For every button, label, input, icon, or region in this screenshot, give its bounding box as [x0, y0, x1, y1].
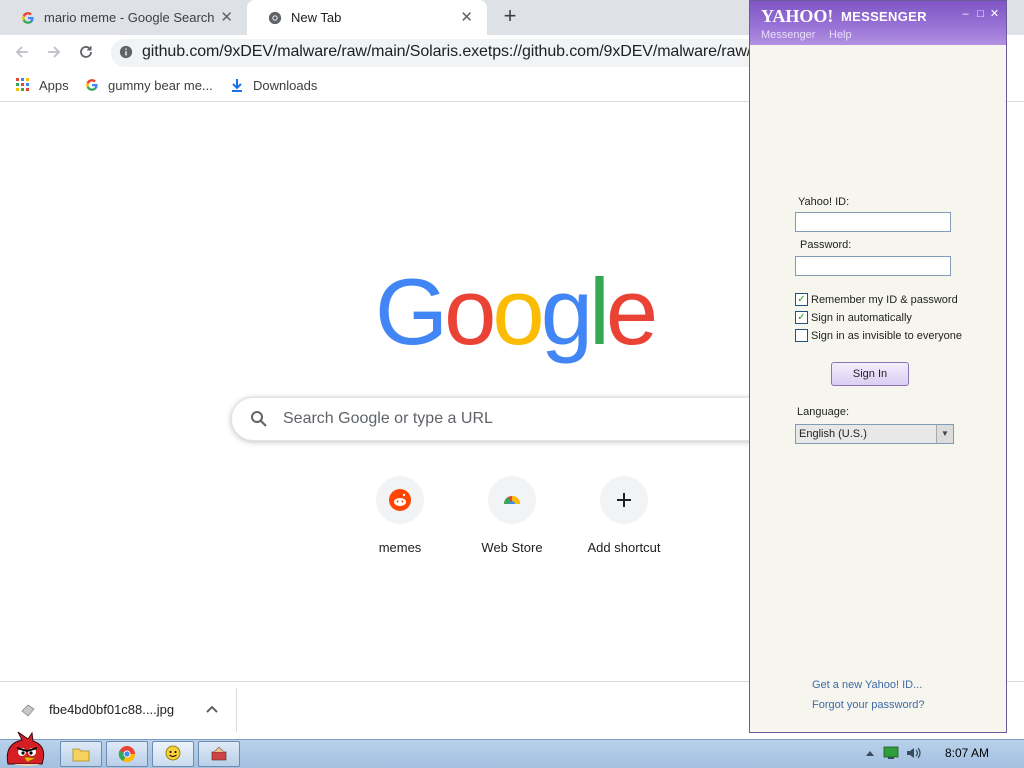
taskbar-app[interactable]	[198, 741, 240, 767]
checkmark-icon: ✓	[795, 293, 808, 306]
sign-in-button[interactable]: Sign In	[831, 362, 909, 386]
logo-letter: g	[540, 259, 593, 364]
bookmark-downloads[interactable]: Downloads	[229, 77, 317, 93]
new-tab-button[interactable]: +	[499, 5, 521, 28]
close-tab-icon[interactable]: ✕	[460, 10, 473, 25]
logo-letter: G	[375, 259, 448, 364]
tab-mario-meme[interactable]: mario meme - Google Search ✕	[0, 0, 247, 35]
messenger-smiley-icon	[165, 745, 181, 761]
clock[interactable]: 8:07 AM	[945, 746, 989, 760]
tab-new-tab[interactable]: New Tab ✕	[247, 0, 487, 35]
bookmark-gummy-bear[interactable]: gummy bear me...	[84, 77, 213, 93]
checkmark-icon: ✓	[795, 311, 808, 324]
menu-messenger[interactable]: Messenger	[761, 29, 815, 41]
chrome-icon	[118, 746, 136, 763]
language-select[interactable]: English (U.S.) ▼	[795, 424, 954, 444]
remember-checkbox[interactable]: ✓ Remember my ID & password	[795, 293, 958, 306]
google-logo: Google	[375, 259, 658, 364]
minimize-icon[interactable]: –	[960, 9, 971, 20]
shortcut-add[interactable]: Add shortcut	[568, 476, 680, 566]
shortcut-label: Add shortcut	[587, 540, 661, 555]
language-label: Language:	[797, 406, 849, 418]
tab-title: New Tab	[291, 10, 342, 25]
start-angry-bird-icon[interactable]	[2, 730, 50, 768]
logo-letter: l	[588, 259, 610, 364]
messenger-title: MESSENGER	[841, 9, 927, 24]
shortcut-web-store[interactable]: Web Store	[456, 476, 568, 566]
close-icon[interactable]: ✕	[989, 9, 1000, 20]
close-tab-icon[interactable]: ✕	[220, 10, 233, 25]
password-label: Password:	[800, 239, 852, 251]
app-icon	[211, 746, 227, 761]
chrome-favicon-icon	[267, 10, 283, 26]
new-id-link[interactable]: Get a new Yahoo! ID...	[812, 679, 922, 691]
menu-help[interactable]: Help	[829, 29, 852, 41]
taskbar-explorer[interactable]	[60, 741, 102, 767]
yahoo-logo: YAHOO!	[761, 6, 834, 26]
divider	[236, 688, 237, 732]
search-input[interactable]: Search Google or type a URL	[283, 410, 493, 428]
back-arrow-icon	[15, 46, 28, 58]
show-hidden-icons-icon[interactable]	[862, 745, 878, 761]
forward-arrow-icon	[48, 46, 61, 58]
yahoo-id-field[interactable]	[795, 212, 951, 232]
maximize-icon[interactable]: □	[975, 9, 986, 20]
bookmark-apps[interactable]: Apps	[15, 77, 69, 93]
reload-button[interactable]	[74, 40, 98, 64]
folder-icon	[72, 748, 90, 762]
bookmark-label: Downloads	[253, 77, 318, 93]
checkbox-label: Sign in automatically	[811, 311, 912, 324]
dropdown-arrow-icon[interactable]: ▼	[936, 425, 953, 443]
apps-grid-icon	[15, 77, 31, 93]
auto-signin-checkbox[interactable]: ✓ Sign in automatically	[795, 311, 912, 324]
password-field[interactable]	[795, 256, 951, 276]
info-icon[interactable]	[119, 45, 133, 64]
plus-icon	[600, 476, 648, 524]
reload-icon	[80, 46, 92, 58]
logo-letter: o	[492, 259, 544, 364]
logo-letter: o	[444, 259, 496, 364]
checkbox-label: Remember my ID & password	[811, 293, 958, 306]
language-value: English (U.S.)	[799, 428, 867, 440]
chevron-up-icon[interactable]	[205, 702, 219, 721]
web-store-icon	[488, 476, 536, 524]
back-button[interactable]	[10, 40, 34, 64]
file-icon	[20, 702, 36, 723]
network-icon[interactable]	[883, 745, 899, 761]
volume-icon[interactable]	[906, 745, 922, 761]
forward-button[interactable]	[42, 40, 66, 64]
bookmark-label: gummy bear me...	[108, 77, 213, 93]
desktop-screen: mario meme - Google Search ✕ New Tab ✕ +…	[0, 0, 1024, 768]
messenger-window: YAHOO! MESSENGER – □ ✕ Messenger Help Ya…	[749, 0, 1007, 733]
shortcut-label: Web Store	[481, 540, 543, 555]
reddit-icon	[376, 476, 424, 524]
invisible-checkbox[interactable]: Sign in as invisible to everyone	[795, 329, 962, 342]
empty-checkbox-icon	[795, 329, 808, 342]
taskbar-messenger[interactable]	[152, 741, 194, 767]
download-item[interactable]: fbe4bd0bf01c88....jpg	[49, 702, 174, 717]
google-favicon-icon	[20, 10, 36, 26]
address-text[interactable]: github.com/9xDEV/malware/raw/main/Solari…	[142, 43, 752, 61]
forgot-password-link[interactable]: Forgot your password?	[812, 699, 925, 711]
tab-title: mario meme - Google Search	[44, 10, 215, 25]
google-favicon-icon	[84, 77, 100, 93]
checkbox-label: Sign in as invisible to everyone	[811, 329, 963, 342]
logo-letter: e	[605, 259, 658, 364]
download-icon	[229, 77, 245, 93]
shortcut-label: memes	[378, 540, 422, 555]
yahoo-id-label: Yahoo! ID:	[798, 196, 850, 208]
shortcut-memes[interactable]: memes	[344, 476, 456, 566]
search-icon	[250, 410, 268, 433]
taskbar-chrome[interactable]	[106, 741, 148, 767]
bookmark-label: Apps	[39, 77, 69, 93]
